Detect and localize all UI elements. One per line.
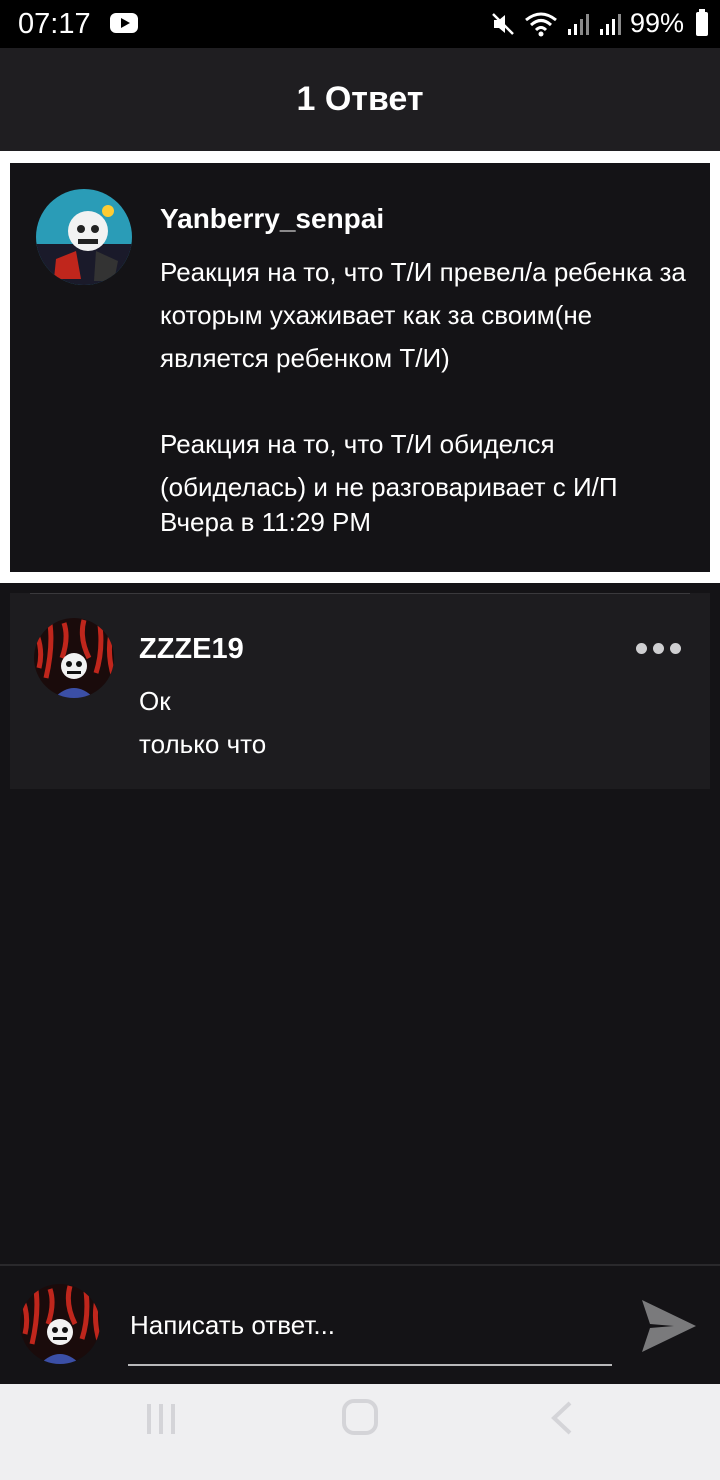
parent-comment: Yanberry_senpai Реакция на то, что Т/И п… — [10, 163, 710, 572]
reply-author[interactable]: ZZZE19 — [139, 633, 244, 666]
more-dots-icon[interactable] — [636, 633, 692, 663]
reply-text: Ок — [139, 686, 171, 716]
reply-item: ZZZE19 Ок только что — [10, 593, 710, 789]
status-bar: 07:17 99% — [0, 0, 720, 48]
avatar[interactable] — [36, 189, 132, 285]
reply-time: только что — [139, 729, 267, 759]
reply-input-placeholder: Написать ответ... — [130, 1310, 336, 1340]
dot — [636, 642, 647, 654]
back-icon[interactable] — [548, 1400, 576, 1436]
recents-icon[interactable] — [144, 1402, 178, 1436]
wifi-icon — [525, 12, 557, 36]
battery-percent: 99% — [629, 8, 684, 38]
comment-time: Вчера в 11:29 PM — [160, 507, 372, 537]
avatar[interactable] — [34, 618, 114, 698]
page-title: 1 Ответ — [296, 80, 424, 118]
header: 1 Ответ — [0, 48, 720, 151]
home-icon[interactable] — [341, 1398, 379, 1436]
send-icon[interactable] — [640, 1298, 698, 1354]
mute-icon — [492, 12, 514, 35]
avatar — [20, 1284, 100, 1364]
reply-input-bar: Написать ответ... — [0, 1264, 720, 1386]
status-time: 07:17 — [18, 8, 91, 40]
comment-author[interactable]: Yanberry_senpai — [160, 203, 384, 235]
divider — [30, 593, 690, 594]
battery-icon — [696, 8, 708, 36]
reply-input[interactable]: Написать ответ... — [128, 1294, 612, 1366]
youtube-icon — [110, 13, 138, 33]
dot — [670, 642, 681, 654]
signal-icon — [599, 13, 621, 35]
signal-icon — [567, 13, 589, 35]
dot — [653, 642, 664, 654]
parent-comment-frame: Yanberry_senpai Реакция на то, что Т/И п… — [0, 151, 720, 583]
system-nav-bar — [0, 1384, 720, 1480]
comment-text: Реакция на то, что Т/И превел/а ребенка … — [160, 257, 686, 502]
